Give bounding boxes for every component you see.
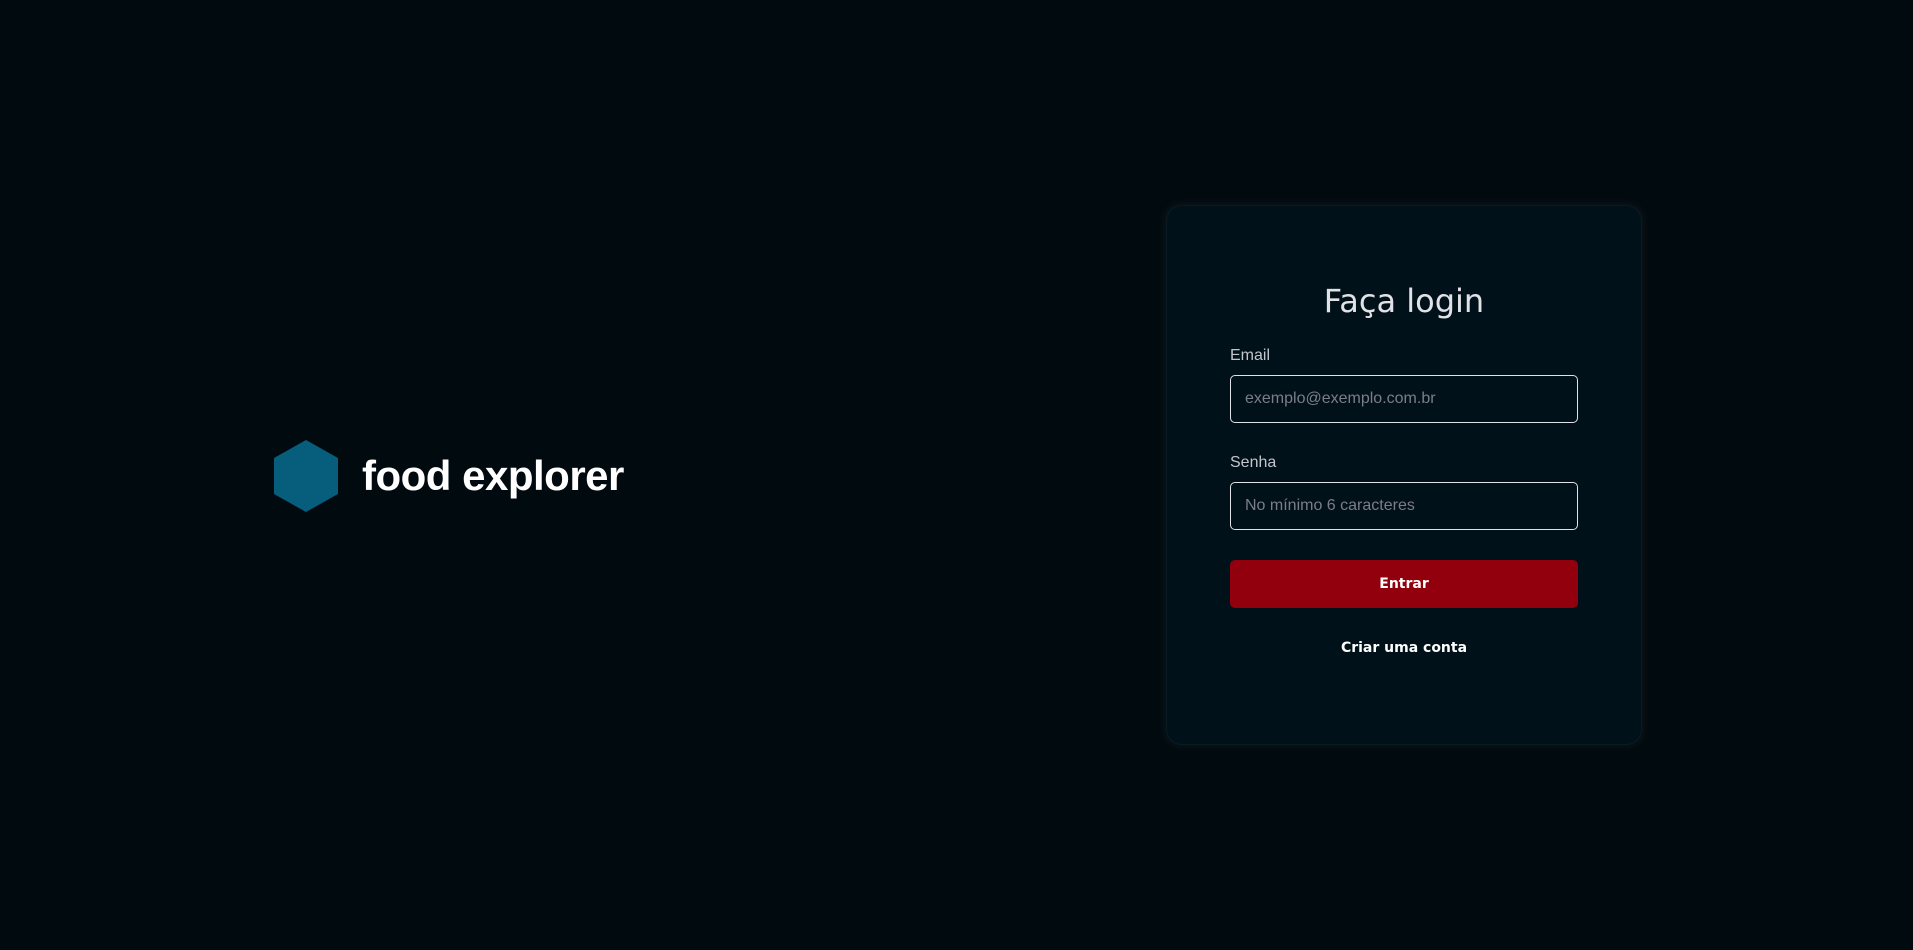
password-field-group: Senha <box>1230 453 1578 530</box>
hexagon-icon <box>274 440 338 512</box>
password-label: Senha <box>1230 454 1277 471</box>
password-input[interactable] <box>1230 482 1578 530</box>
email-label: Email <box>1230 347 1271 364</box>
login-page: food explorer Faça login Email Senha Ent… <box>0 0 1913 950</box>
create-account-link[interactable]: Criar uma conta <box>1167 640 1641 656</box>
brand-logo: food explorer <box>274 440 624 512</box>
email-field-group: Email <box>1230 346 1578 423</box>
login-button[interactable]: Entrar <box>1230 560 1578 608</box>
brand-name: food explorer <box>362 452 624 499</box>
login-card: Faça login Email Senha Entrar Criar uma … <box>1166 205 1642 745</box>
email-input[interactable] <box>1230 375 1578 423</box>
login-title: Faça login <box>1323 282 1485 320</box>
